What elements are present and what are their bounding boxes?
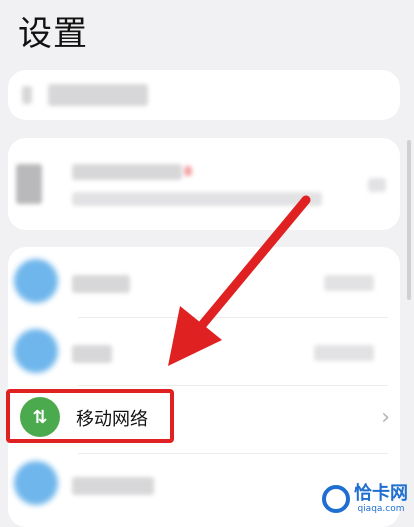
watermark-sub: qiaqa.com — [357, 504, 405, 514]
watermark-logo-icon — [322, 485, 350, 513]
annotation-arrow — [168, 195, 311, 366]
watermark-main: 恰卡网 — [354, 483, 408, 504]
watermark: 恰卡网 qiaqa.com — [322, 484, 408, 514]
